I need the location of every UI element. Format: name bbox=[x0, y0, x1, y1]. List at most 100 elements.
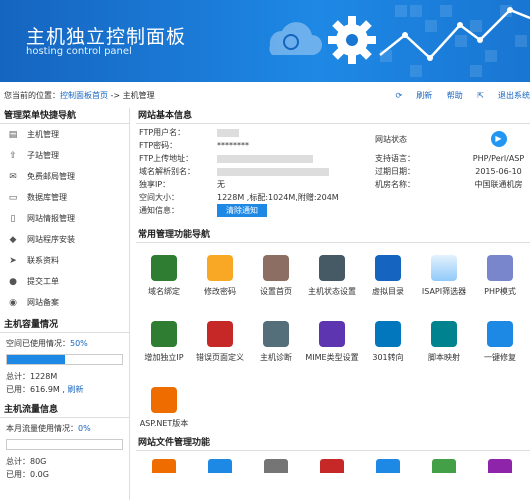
tool-error-404[interactable]: 错误页面定义 bbox=[192, 321, 248, 363]
database-icon: ▤ bbox=[8, 130, 18, 140]
logout-label: 退出系统 bbox=[498, 91, 530, 100]
file-tool-icon[interactable] bbox=[208, 459, 232, 473]
sidebar-item-database[interactable]: ▭ 数据库管理 bbox=[0, 187, 129, 208]
traffic-total: 总计：80G bbox=[0, 455, 129, 468]
room-value: 中国联通机房 bbox=[474, 180, 523, 189]
sidebar-item-subsite[interactable]: ⇧ 子站管理 bbox=[0, 145, 129, 166]
sidebar-item-label: 子站管理 bbox=[27, 151, 59, 160]
package-icon: ◆ bbox=[9, 235, 17, 245]
aspnet-icon bbox=[151, 387, 177, 413]
capacity-total-value: 1228M bbox=[30, 372, 58, 381]
capacity-used2-label: 已用： bbox=[6, 385, 30, 394]
sidebar-item-ticket[interactable]: ● 提交工单 bbox=[0, 271, 129, 292]
space-value: 1228M ,标配:1024M,附赠:204M bbox=[217, 193, 339, 202]
site-status-cell: ▶ bbox=[464, 126, 530, 152]
tool-globe[interactable]: 域名绑定 bbox=[136, 255, 192, 297]
isapi-icon bbox=[431, 255, 457, 281]
app-subtitle: hosting control panel bbox=[26, 46, 132, 57]
header-banner: 主机独立控制面板 hosting control panel bbox=[0, 0, 530, 82]
file-tool-icon[interactable] bbox=[264, 459, 288, 473]
capacity-progress-bar bbox=[6, 354, 123, 365]
tool-mime[interactable]: MIME类型设置 bbox=[304, 321, 360, 363]
sidebar-item-mail[interactable]: ✉ 免费邮局管理 bbox=[0, 166, 129, 187]
logout-button[interactable]: ⇱ 退出系统 bbox=[477, 91, 530, 100]
tools-section-title: 常用管理功能导航 bbox=[136, 227, 530, 243]
sidebar-item-host[interactable]: ▤ 主机管理 bbox=[0, 124, 129, 145]
files-row bbox=[136, 451, 530, 473]
refresh-label: 刷新 bbox=[416, 91, 433, 100]
breadcrumb-home-link[interactable]: 控制面板首页 bbox=[60, 91, 108, 100]
tool-label: 设置首页 bbox=[260, 287, 292, 296]
tool-book[interactable]: 虚拟目录 bbox=[360, 255, 416, 297]
upload-icon: ⇧ bbox=[9, 151, 17, 161]
ftp-addr-value bbox=[214, 152, 372, 165]
tool-aspnet[interactable]: ASP.NET版本 bbox=[136, 387, 192, 429]
ftp-user-label: FTP用户名： bbox=[139, 128, 186, 137]
file-tool-icon[interactable] bbox=[376, 459, 400, 473]
capacity-refresh-link[interactable]: 刷新 bbox=[67, 385, 83, 394]
ip-label: 独享IP： bbox=[139, 180, 171, 189]
tool-label: 虚拟目录 bbox=[372, 287, 404, 296]
tool-home[interactable]: 设置首页 bbox=[248, 255, 304, 297]
ftp-addr-label: FTP上传地址： bbox=[139, 154, 194, 163]
tool-isapi[interactable]: ISAPI筛选器 bbox=[416, 255, 472, 297]
tools-grid: 域名绑定 修改密码 设置首页 主机状态设置 虚拟目录 ISAPI筛选器 PHP模式增加独立I… bbox=[136, 243, 530, 439]
globe-icon: ◉ bbox=[9, 298, 17, 308]
clear-notify-button[interactable]: 清除通知 bbox=[217, 204, 267, 217]
tool-ip[interactable]: 增加独立IP bbox=[136, 321, 192, 363]
traffic-usage: 本月流量使用情况：0% bbox=[0, 422, 129, 435]
tool-label: 一键修复 bbox=[484, 353, 516, 362]
tool-label: 错误页面定义 bbox=[196, 353, 244, 362]
sidebar-item-label: 网站情报管理 bbox=[27, 214, 75, 223]
tool-search[interactable]: 主机诊断 bbox=[248, 321, 304, 363]
tool-label: MIME类型设置 bbox=[305, 353, 359, 362]
capacity-progress-fill bbox=[7, 355, 65, 364]
expire-value: 2015-06-10 bbox=[475, 167, 522, 176]
user-icon: ● bbox=[9, 277, 17, 287]
tool-monitor[interactable]: 主机状态设置 bbox=[304, 255, 360, 297]
sidebar-item-contact[interactable]: ➤ 联系资料 bbox=[0, 250, 129, 271]
file-tool-icon[interactable] bbox=[152, 459, 176, 473]
play-icon[interactable]: ▶ bbox=[490, 131, 507, 147]
tool-repair[interactable]: 一键修复 bbox=[472, 321, 528, 363]
tool-label: 301转向 bbox=[372, 353, 404, 362]
breadcrumb-current: 主机管理 bbox=[122, 91, 155, 100]
space-label: 空间大小： bbox=[139, 193, 179, 202]
file-tool-icon[interactable] bbox=[320, 459, 344, 473]
tool-redirect[interactable]: 301转向 bbox=[360, 321, 416, 363]
file-tool-icon[interactable] bbox=[488, 459, 512, 473]
tool-php[interactable]: PHP模式 bbox=[472, 255, 528, 297]
tool-script[interactable]: 脚本映射 bbox=[416, 321, 472, 363]
file-icon: ▯ bbox=[10, 214, 16, 224]
capacity-total: 总计：1228M bbox=[0, 370, 129, 383]
tool-lock[interactable]: 修改密码 bbox=[192, 255, 248, 297]
sidebar-item-label: 主机管理 bbox=[27, 130, 59, 139]
capacity-used-pct: 50% bbox=[70, 339, 88, 348]
traffic-used-label: 本月流量使用情况： bbox=[6, 424, 78, 433]
site-status-label: 网站状态 bbox=[375, 134, 407, 144]
sidebar-menu-title: 管理菜单快捷导航 bbox=[0, 108, 129, 124]
redacted-value bbox=[217, 154, 313, 163]
traffic-used2-label: 已用： bbox=[6, 470, 30, 479]
sidebar-item-site-info[interactable]: ▯ 网站情报管理 bbox=[0, 208, 129, 229]
redirect-icon bbox=[375, 321, 401, 347]
tool-label: 修改密码 bbox=[204, 287, 236, 296]
sidebar-item-icp[interactable]: ◉ 网站备案 bbox=[0, 292, 129, 313]
ftp-pass-label: FTP密码： bbox=[139, 141, 178, 150]
sidebar-item-label: 联系资料 bbox=[27, 256, 59, 265]
traffic-title: 主机流量信息 bbox=[0, 402, 129, 418]
notify-cell: 清除通知 bbox=[214, 204, 530, 217]
breadcrumb-prefix: 您当前的位置： bbox=[4, 91, 60, 100]
traffic-total-label: 总计： bbox=[6, 457, 30, 466]
ip-icon bbox=[151, 321, 177, 347]
tool-label: ISAPI筛选器 bbox=[421, 287, 467, 296]
error-404-icon bbox=[207, 321, 233, 347]
tool-label: 脚本映射 bbox=[428, 353, 460, 362]
sidebar-item-install[interactable]: ◆ 网站程序安装 bbox=[0, 229, 129, 250]
traffic-used-pct: 0% bbox=[78, 424, 91, 433]
file-tool-icon[interactable] bbox=[432, 459, 456, 473]
refresh-button[interactable]: ⟳ 刷新 bbox=[396, 91, 433, 100]
help-button[interactable]: 帮助 bbox=[447, 91, 463, 100]
info-table: FTP用户名： 网站状态 ▶ FTP密码： ******** FTP上传地址： … bbox=[136, 126, 530, 217]
tool-label: 主机状态设置 bbox=[308, 287, 356, 296]
